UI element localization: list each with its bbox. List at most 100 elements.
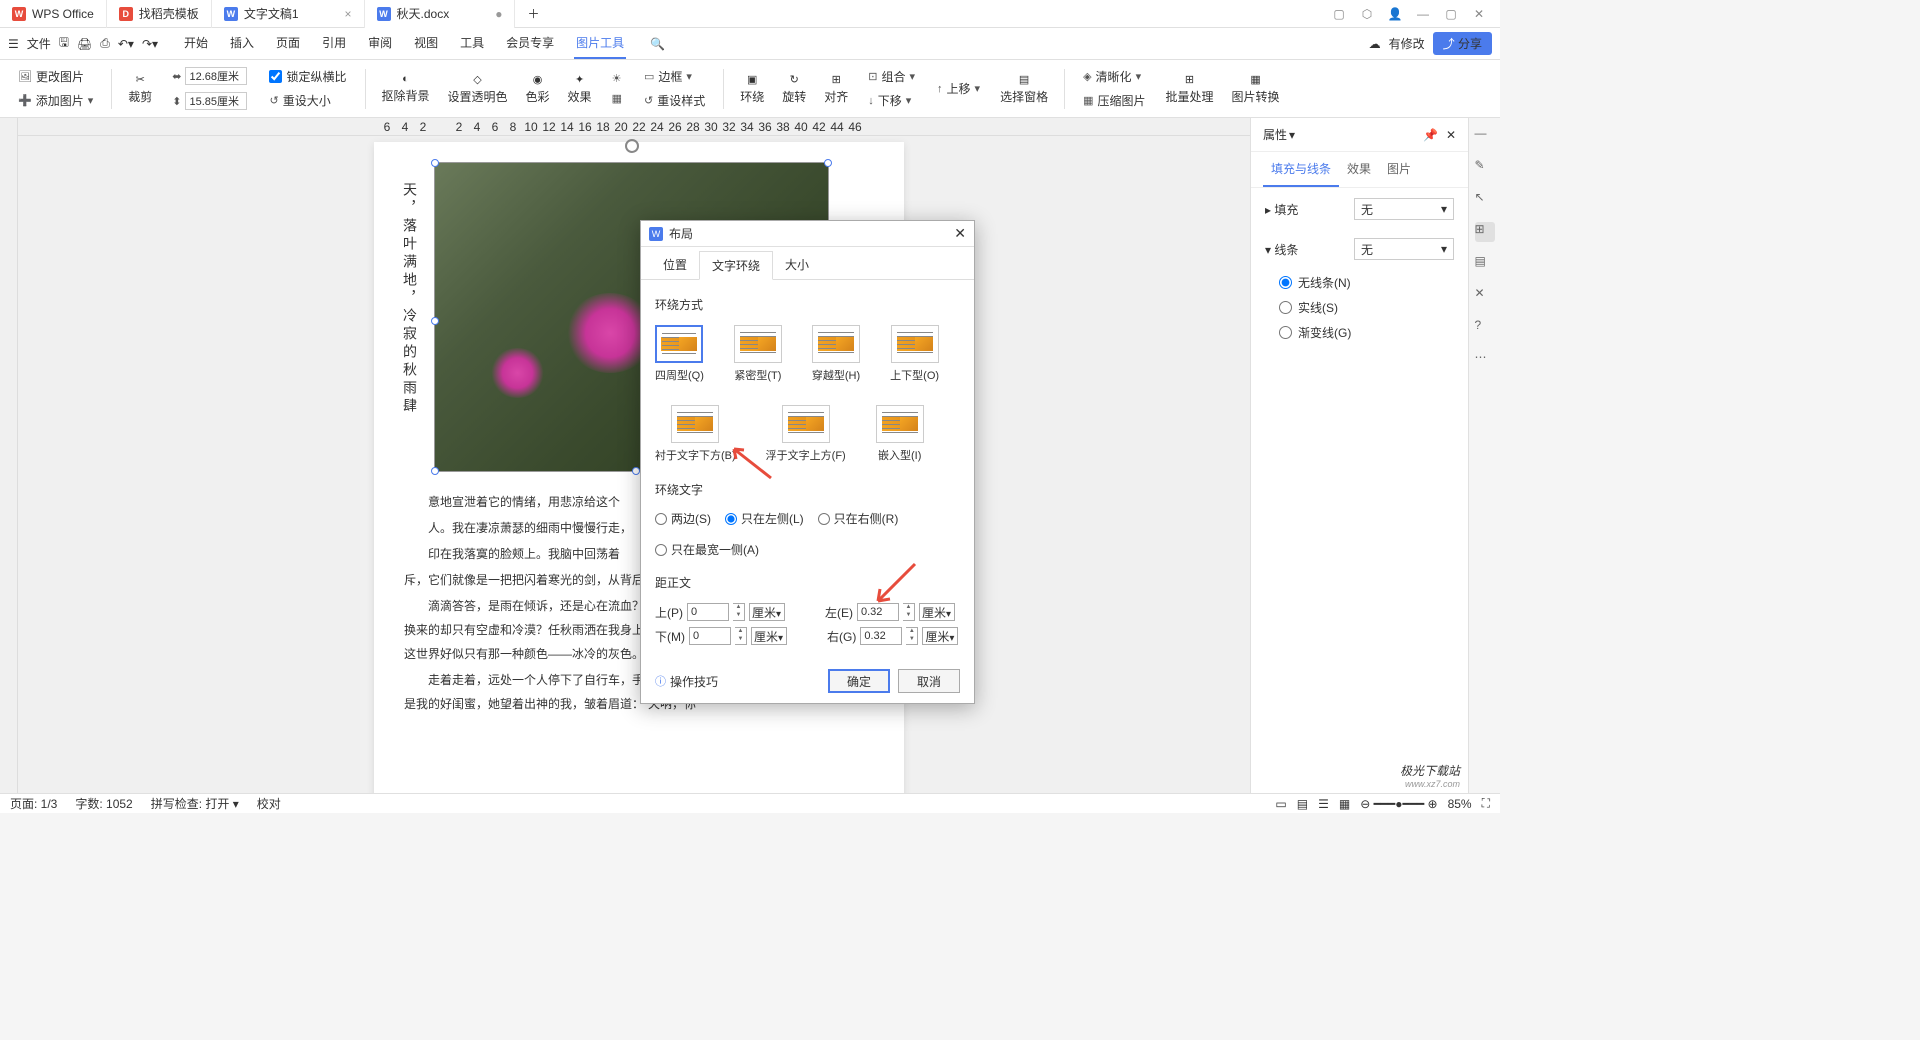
save-icon[interactable]: 🖫 (59, 33, 69, 54)
radio-both-sides[interactable]: 两边(S) (655, 510, 711, 527)
tab-page[interactable]: 页面 (274, 28, 302, 59)
tab-doc2[interactable]: W 秋天.docx ● (365, 0, 516, 28)
brightness-icon[interactable]: ☀ (608, 70, 626, 87)
radio-solid-line[interactable]: 实线(S) (1279, 295, 1454, 320)
cube-icon[interactable]: ⬡ (1354, 1, 1380, 27)
search-icon[interactable]: 🔍 (650, 37, 665, 51)
panel-close-icon[interactable]: ✕ (1446, 128, 1456, 142)
spinner-left[interactable]: ▲▼ (903, 603, 915, 621)
more-icon[interactable]: ⋯ (1475, 350, 1495, 370)
radio-largest-only[interactable]: 只在最宽一侧(A) (655, 541, 759, 558)
width-field[interactable]: ⬌ (168, 65, 251, 87)
add-image-button[interactable]: ➕ 添加图片 ▾ (14, 90, 97, 111)
resize-handle-ne[interactable] (824, 159, 832, 167)
tab-doc1[interactable]: W 文字文稿1 × (212, 0, 365, 28)
proofread[interactable]: 校对 (257, 795, 281, 812)
new-tab-button[interactable]: ＋ (515, 0, 551, 28)
tab-reference[interactable]: 引用 (320, 28, 348, 59)
rotate-handle[interactable] (625, 139, 639, 153)
tab-member[interactable]: 会员专享 (504, 28, 556, 59)
move-down-button[interactable]: ↓ 下移 ▾ (864, 90, 919, 111)
cursor-icon[interactable]: ↖ (1475, 190, 1495, 210)
transparent-button[interactable]: ◇设置透明色 (442, 73, 514, 105)
selection-pane-button[interactable]: ▤选择窗格 (994, 73, 1054, 105)
dialog-tab-wrap[interactable]: 文字环绕 (699, 251, 773, 280)
color-button[interactable]: ◉色彩 (520, 73, 556, 105)
close-window-icon[interactable]: ✕ (1466, 1, 1492, 27)
radio-right-only[interactable]: 只在右侧(R) (818, 510, 899, 527)
tools-icon[interactable]: ✕ (1475, 286, 1495, 306)
undo-icon[interactable]: ↶▾ (118, 37, 134, 51)
word-count[interactable]: 字数: 1052 (75, 795, 132, 812)
view-web-icon[interactable]: ▤ (1297, 797, 1308, 811)
unit-top[interactable]: 厘米▾ (749, 603, 785, 621)
tab-picture-tools[interactable]: 图片工具 (574, 28, 626, 59)
app-tab[interactable]: W WPS Office (0, 0, 107, 28)
wrap-topbottom[interactable]: 上下型(O) (890, 325, 939, 383)
preview-icon[interactable]: ⎙ (100, 36, 110, 51)
compress-button[interactable]: ▦ 压缩图片 (1079, 90, 1149, 111)
resize-handle-sw[interactable] (431, 467, 439, 475)
maximize-icon[interactable]: ▢ (1438, 1, 1464, 27)
tips-link[interactable]: ⓘ 操作技巧 (655, 673, 718, 690)
convert-button[interactable]: ▦图片转换 (1226, 73, 1286, 105)
line-select[interactable]: 无▾ (1354, 238, 1454, 260)
spinner-bottom[interactable]: ▲▼ (735, 627, 747, 645)
unit-right[interactable]: 厘米▾ (922, 627, 958, 645)
rp-tab-effect[interactable]: 效果 (1339, 152, 1379, 187)
radio-left-only[interactable]: 只在左侧(L) (725, 510, 804, 527)
file-menu[interactable]: 文件 (27, 35, 51, 52)
remove-bg-button[interactable]: ◐抠除背景 (376, 73, 436, 104)
pencil-icon[interactable]: ✎ (1475, 158, 1495, 178)
ok-button[interactable]: 确定 (828, 669, 890, 693)
cancel-button[interactable]: 取消 (898, 669, 960, 693)
pin-icon[interactable]: 📌 (1423, 128, 1438, 142)
tab-tools[interactable]: 工具 (458, 28, 486, 59)
change-image-button[interactable]: 🖼 更改图片 (14, 66, 97, 87)
rp-tab-picture[interactable]: 图片 (1379, 152, 1419, 187)
view-outline-icon[interactable]: ☰ (1318, 797, 1329, 811)
unit-left[interactable]: 厘米▾ (919, 603, 955, 621)
lock-ratio-checkbox[interactable]: 锁定纵横比 (265, 66, 350, 87)
cloud-icon[interactable]: ☁ (1369, 37, 1381, 51)
view-page-icon[interactable]: ▭ (1275, 797, 1286, 811)
shadow-icon[interactable]: ▦ (608, 90, 626, 107)
close-icon[interactable]: × (345, 7, 352, 21)
tab-view[interactable]: 视图 (412, 28, 440, 59)
reset-style-button[interactable]: ↺ 重设样式 (640, 90, 709, 111)
dialog-tab-position[interactable]: 位置 (651, 251, 699, 279)
wrap-inline[interactable]: 嵌入型(I) (876, 405, 924, 463)
wrap-front[interactable]: 浮于文字上方(F) (766, 405, 846, 463)
radio-gradient-line[interactable]: 渐变线(G) (1279, 320, 1454, 345)
zoom-slider[interactable]: ⊖ ━━━●━━━ ⊕ (1360, 797, 1437, 811)
avatar-icon[interactable]: 👤 (1382, 1, 1408, 27)
batch-button[interactable]: ⊞批量处理 (1160, 73, 1220, 105)
layers-icon[interactable]: ▤ (1475, 254, 1495, 274)
effect-button[interactable]: ✦效果 (562, 73, 598, 105)
height-field[interactable]: ⬍ (168, 90, 251, 112)
crop-button[interactable]: ✂裁剪 (122, 73, 158, 105)
redo-icon[interactable]: ↷▾ (142, 37, 158, 51)
rotate-button[interactable]: ↻旋转 (776, 73, 812, 105)
page-indicator[interactable]: 页面: 1/3 (10, 795, 57, 812)
share-button[interactable]: ⤴ 分享 (1433, 32, 1492, 55)
layout-icon[interactable]: ▢ (1326, 1, 1352, 27)
rp-tab-fill[interactable]: 填充与线条 (1263, 152, 1339, 187)
wrap-square[interactable]: 四周型(Q) (655, 325, 704, 383)
dialog-titlebar[interactable]: W 布局 ✕ (641, 221, 974, 247)
tab-template[interactable]: D 找稻壳模板 (107, 0, 212, 28)
resize-handle-w[interactable] (431, 317, 439, 325)
align-button[interactable]: ⊞对齐 (818, 73, 854, 105)
fill-select[interactable]: 无▾ (1354, 198, 1454, 220)
hamburger-icon[interactable]: ☰ (8, 37, 19, 51)
tab-insert[interactable]: 插入 (228, 28, 256, 59)
collapse-icon[interactable]: — (1475, 126, 1495, 146)
clarity-button[interactable]: ◈ 清晰化 ▾ (1079, 66, 1149, 87)
spinner-right[interactable]: ▲▼ (906, 627, 918, 645)
tab-start[interactable]: 开始 (182, 28, 210, 59)
tab-review[interactable]: 审阅 (366, 28, 394, 59)
dialog-tab-size[interactable]: 大小 (773, 251, 821, 279)
spell-check[interactable]: 拼写检查: 打开 ▾ (151, 795, 239, 812)
fit-icon[interactable]: ⛶ (1482, 796, 1490, 811)
radio-no-line[interactable]: 无线条(N) (1279, 270, 1454, 295)
